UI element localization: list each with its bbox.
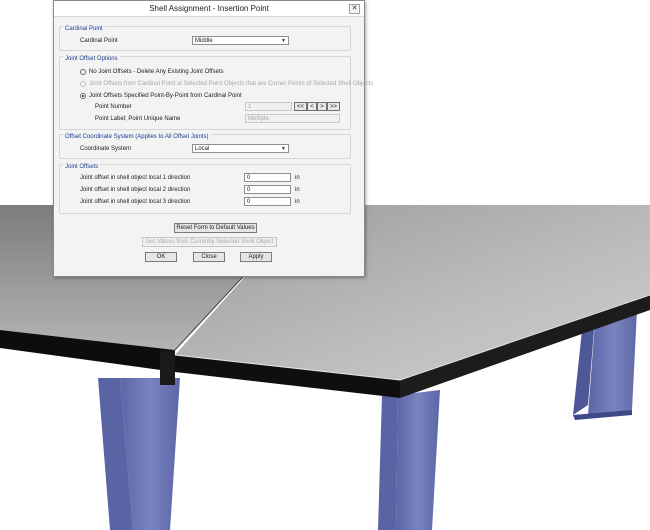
offset-local-3-label: Joint offset in shell object local 3 dir…: [80, 199, 191, 205]
ok-button[interactable]: OK: [145, 252, 177, 262]
reset-form-button[interactable]: Reset Form to Default Values: [174, 223, 257, 233]
next-point-button[interactable]: >: [317, 102, 327, 111]
radio-no-offsets[interactable]: [80, 69, 86, 75]
offset-local-1-label: Joint offset in shell object local 1 dir…: [80, 175, 191, 181]
title-bar: Shell Assignment - Insertion Point ✕: [54, 1, 364, 17]
cardinal-point-select[interactable]: Middle ▼: [192, 36, 289, 45]
radio-corner-offsets-label: Joint Offsets from Cardinal Point at Sel…: [89, 81, 374, 87]
chevron-down-icon: ▼: [281, 146, 286, 152]
offset-local-3-field[interactable]: 0: [244, 197, 291, 206]
apply-button[interactable]: Apply: [240, 252, 272, 262]
group-title-joint-options: Joint Offset Options: [63, 56, 120, 63]
coordinate-system-value: Local: [195, 146, 210, 152]
offset-local-2-field[interactable]: 0: [244, 185, 291, 194]
coordinate-system-select[interactable]: Local ▼: [192, 144, 289, 153]
cardinal-point-label: Cardinal Point: [80, 38, 118, 44]
point-label-label: Point Label; Point Unique Name: [95, 116, 181, 122]
offset-local-2-label: Joint offset in shell object local 2 dir…: [80, 187, 191, 193]
coordinate-system-group: Offset Coordinate System (Applies to All…: [59, 134, 351, 159]
coordinate-system-label: Coordinate System: [80, 146, 132, 152]
column-center: [378, 390, 440, 530]
point-number-field[interactable]: 1: [245, 102, 292, 111]
first-point-button[interactable]: <<: [294, 102, 307, 111]
dialog-title: Shell Assignment - Insertion Point: [149, 4, 269, 13]
last-point-button[interactable]: >>: [327, 102, 340, 111]
radio-no-offsets-label: No Joint Offsets - Delete Any Existing J…: [89, 69, 224, 75]
close-button[interactable]: Close: [193, 252, 225, 262]
close-icon[interactable]: ✕: [349, 4, 360, 14]
insertion-point-dialog: Shell Assignment - Insertion Point ✕ Car…: [53, 0, 373, 277]
group-title-joint-offsets: Joint Offsets: [63, 164, 101, 171]
point-number-label: Point Number: [95, 104, 132, 110]
radio-point-by-point-label: Joint Offsets Specified Point-By-Point f…: [89, 93, 242, 99]
group-title-coord-system: Offset Coordinate System (Applies to All…: [63, 134, 211, 141]
offset-local-3-unit: in: [295, 199, 300, 205]
offset-local-2-unit: in: [295, 187, 300, 193]
prev-point-button[interactable]: <: [307, 102, 317, 111]
joint-offset-options-group: Joint Offset Options No Joint Offsets - …: [59, 56, 373, 130]
joint-offsets-group: Joint Offsets Joint offset in shell obje…: [59, 164, 351, 214]
group-title-cardinal: Cardinal Point: [63, 26, 105, 33]
offset-local-1-unit: in: [295, 175, 300, 181]
point-navigator: << < > >>: [294, 102, 340, 111]
cardinal-point-value: Middle: [195, 38, 213, 44]
radio-corner-offsets[interactable]: [80, 81, 86, 87]
column-left: [98, 378, 180, 530]
cardinal-point-group: Cardinal Point Cardinal Point Middle ▼: [59, 26, 351, 51]
get-values-button[interactable]: Get Values from Currently Selected Shell…: [142, 237, 277, 247]
radio-point-by-point[interactable]: [80, 93, 86, 99]
point-label-field[interactable]: Multiple: [245, 114, 340, 123]
offset-local-1-field[interactable]: 0: [244, 173, 291, 182]
chevron-down-icon: ▼: [281, 38, 286, 44]
